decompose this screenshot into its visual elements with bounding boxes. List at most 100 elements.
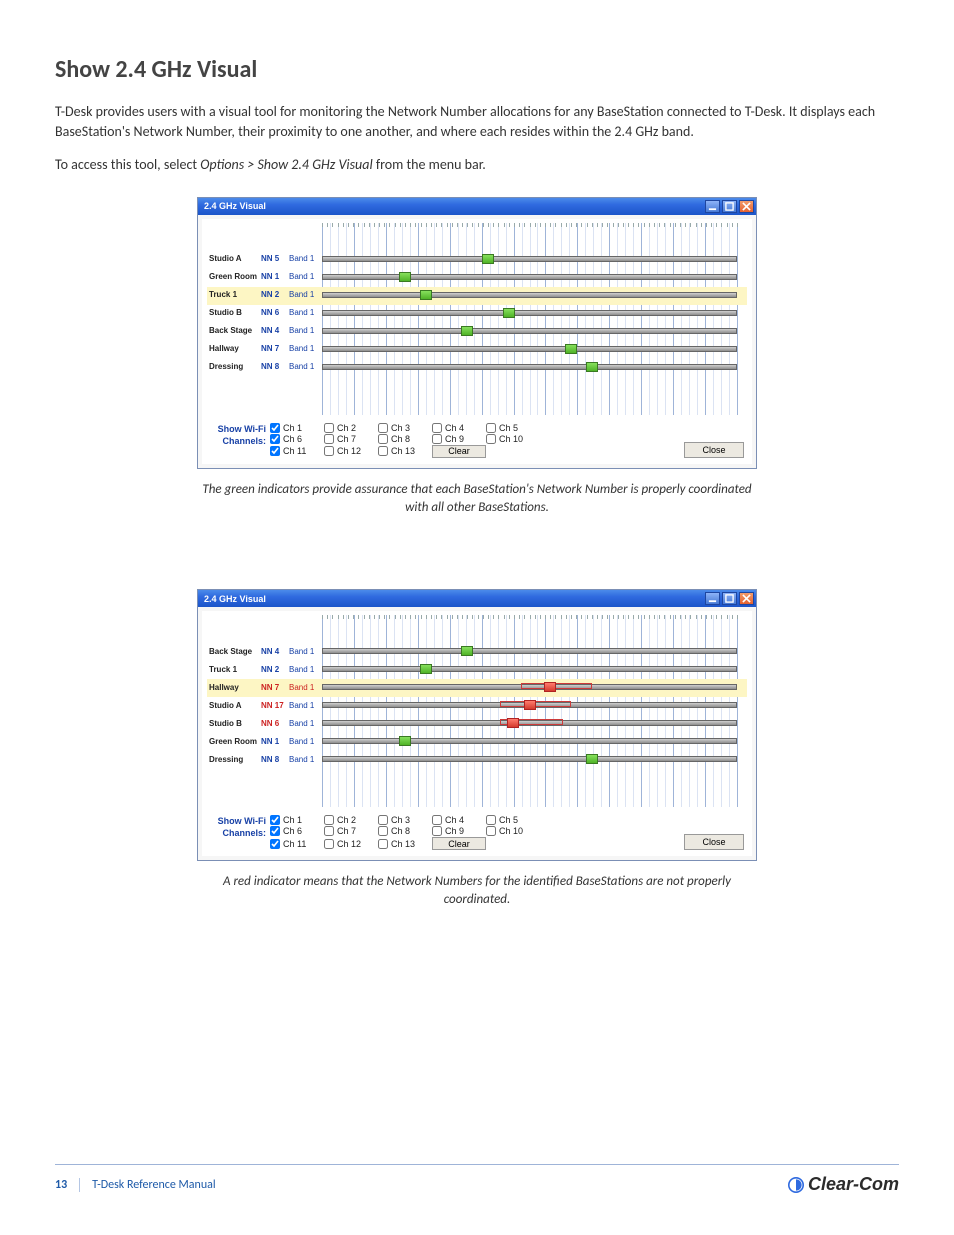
close-icon[interactable] bbox=[739, 200, 754, 213]
network-number: NN 6 bbox=[261, 308, 289, 317]
channel-checkbox[interactable]: Ch 7 bbox=[324, 826, 378, 836]
close-button[interactable]: Close bbox=[684, 442, 744, 458]
close-icon[interactable] bbox=[739, 592, 754, 605]
channel-marker[interactable] bbox=[461, 646, 473, 656]
channel-marker[interactable] bbox=[461, 326, 473, 336]
channel-checkbox[interactable]: Ch 12 bbox=[324, 445, 378, 458]
channel-checkbox[interactable]: Ch 3 bbox=[378, 815, 432, 825]
figure2-caption: A red indicator means that the Network N… bbox=[197, 873, 757, 909]
clearcom-icon bbox=[788, 1177, 804, 1193]
channel-checkbox[interactable]: Ch 13 bbox=[378, 445, 432, 458]
channel-checkbox[interactable]: Ch 8 bbox=[378, 434, 432, 444]
band-label: Band 1 bbox=[289, 665, 319, 674]
channel-checkbox[interactable]: Ch 4 bbox=[432, 423, 486, 433]
channel-checkbox[interactable]: Ch 6 bbox=[270, 826, 324, 836]
spectrum-row: Truck 1NN 2Band 1 bbox=[209, 286, 319, 304]
band-label: Band 1 bbox=[289, 290, 319, 299]
access-prefix: To access this tool, select bbox=[55, 156, 200, 173]
channel-marker[interactable] bbox=[399, 272, 411, 282]
close-button[interactable]: Close bbox=[684, 834, 744, 850]
titlebar[interactable]: 2.4 GHz Visual bbox=[198, 198, 756, 215]
section-heading: Show 2.4 GHz Visual bbox=[55, 55, 899, 84]
channel-checkbox[interactable]: Ch 12 bbox=[324, 837, 378, 850]
station-name: Green Room bbox=[209, 737, 261, 746]
brand-logo: Clear-Com bbox=[788, 1174, 899, 1195]
spectrum-row: HallwayNN 7Band 1 bbox=[209, 340, 319, 358]
channel-checkbox[interactable]: Ch 6 bbox=[270, 434, 324, 444]
channel-checkbox[interactable]: Ch 1 bbox=[270, 423, 324, 433]
channel-checkbox[interactable]: Ch 4 bbox=[432, 815, 486, 825]
channel-marker[interactable] bbox=[399, 736, 411, 746]
channel-checkbox[interactable]: Ch 11 bbox=[270, 445, 324, 458]
band-label: Band 1 bbox=[289, 362, 319, 371]
intro-paragraph: T-Desk provides users with a visual tool… bbox=[55, 102, 899, 141]
network-number: NN 2 bbox=[261, 665, 289, 674]
channel-checkbox[interactable]: Ch 8 bbox=[378, 826, 432, 836]
channel-checkbox[interactable]: Ch 9 bbox=[432, 434, 486, 444]
band-label: Band 1 bbox=[289, 755, 319, 764]
station-name: Studio A bbox=[209, 254, 261, 263]
footer-rule bbox=[55, 1164, 899, 1165]
spectrum-row: Studio BNN 6Band 1 bbox=[209, 714, 319, 732]
station-name: Back Stage bbox=[209, 647, 261, 656]
band-label: Band 1 bbox=[289, 344, 319, 353]
menu-path: Options > Show 2.4 GHz Visual bbox=[200, 156, 372, 173]
channel-checkbox[interactable]: Ch 7 bbox=[324, 434, 378, 444]
spectrum-row: Studio BNN 6Band 1 bbox=[209, 304, 319, 322]
channel-marker[interactable] bbox=[565, 344, 577, 354]
network-number: NN 4 bbox=[261, 326, 289, 335]
channel-marker[interactable] bbox=[544, 682, 556, 692]
channel-marker[interactable] bbox=[420, 664, 432, 674]
spectrum-plot-2: Back StageNN 4Band 1Truck 1NN 2Band 1Hal… bbox=[207, 615, 747, 807]
band-label: Band 1 bbox=[289, 308, 319, 317]
network-number: NN 4 bbox=[261, 647, 289, 656]
minimize-icon[interactable] bbox=[705, 200, 720, 213]
network-number: NN 6 bbox=[261, 719, 289, 728]
network-number: NN 2 bbox=[261, 290, 289, 299]
minimize-icon[interactable] bbox=[705, 592, 720, 605]
spectrum-row: Truck 1NN 2Band 1 bbox=[209, 660, 319, 678]
band-label: Band 1 bbox=[289, 647, 319, 656]
station-name: Studio A bbox=[209, 701, 261, 710]
channel-checkbox[interactable]: Ch 1 bbox=[270, 815, 324, 825]
channel-marker[interactable] bbox=[482, 254, 494, 264]
maximize-icon[interactable] bbox=[722, 592, 737, 605]
channel-marker[interactable] bbox=[503, 308, 515, 318]
channels-label: Show Wi-FiChannels: bbox=[210, 423, 270, 447]
clear-button[interactable]: Clear bbox=[432, 837, 486, 850]
channel-marker[interactable] bbox=[507, 718, 519, 728]
channel-checkbox[interactable]: Ch 5 bbox=[486, 815, 540, 825]
channel-checkbox[interactable]: Ch 2 bbox=[324, 423, 378, 433]
clear-button[interactable]: Clear bbox=[432, 445, 486, 458]
channel-marker[interactable] bbox=[420, 290, 432, 300]
channel-checkbox[interactable]: Ch 2 bbox=[324, 815, 378, 825]
channel-checkbox[interactable]: Ch 10 bbox=[486, 826, 540, 836]
spectrum-row: Green RoomNN 1Band 1 bbox=[209, 732, 319, 750]
band-label: Band 1 bbox=[289, 701, 319, 710]
figure1-caption: The green indicators provide assurance t… bbox=[197, 481, 757, 517]
channel-marker[interactable] bbox=[586, 754, 598, 764]
band-label: Band 1 bbox=[289, 683, 319, 692]
channel-checkbox[interactable]: Ch 11 bbox=[270, 837, 324, 850]
channel-checkbox[interactable]: Ch 5 bbox=[486, 423, 540, 433]
network-number: NN 17 bbox=[261, 701, 289, 710]
channels-label: Show Wi-FiChannels: bbox=[210, 815, 270, 839]
band-label: Band 1 bbox=[289, 326, 319, 335]
page-number: 13 bbox=[55, 1178, 80, 1192]
channel-checkbox[interactable]: Ch 9 bbox=[432, 826, 486, 836]
channel-checkbox[interactable]: Ch 3 bbox=[378, 423, 432, 433]
channel-marker[interactable] bbox=[586, 362, 598, 372]
network-number: NN 7 bbox=[261, 683, 289, 692]
network-number: NN 7 bbox=[261, 344, 289, 353]
spectrum-row: DressingNN 8Band 1 bbox=[209, 358, 319, 376]
access-paragraph: To access this tool, select Options > Sh… bbox=[55, 155, 899, 175]
channel-marker[interactable] bbox=[524, 700, 536, 710]
station-name: Hallway bbox=[209, 344, 261, 353]
station-name: Studio B bbox=[209, 308, 261, 317]
band-label: Band 1 bbox=[289, 737, 319, 746]
titlebar[interactable]: 2.4 GHz Visual bbox=[198, 590, 756, 607]
channel-checkbox[interactable]: Ch 13 bbox=[378, 837, 432, 850]
maximize-icon[interactable] bbox=[722, 200, 737, 213]
network-number: NN 1 bbox=[261, 737, 289, 746]
channel-checkbox[interactable]: Ch 10 bbox=[486, 434, 540, 444]
